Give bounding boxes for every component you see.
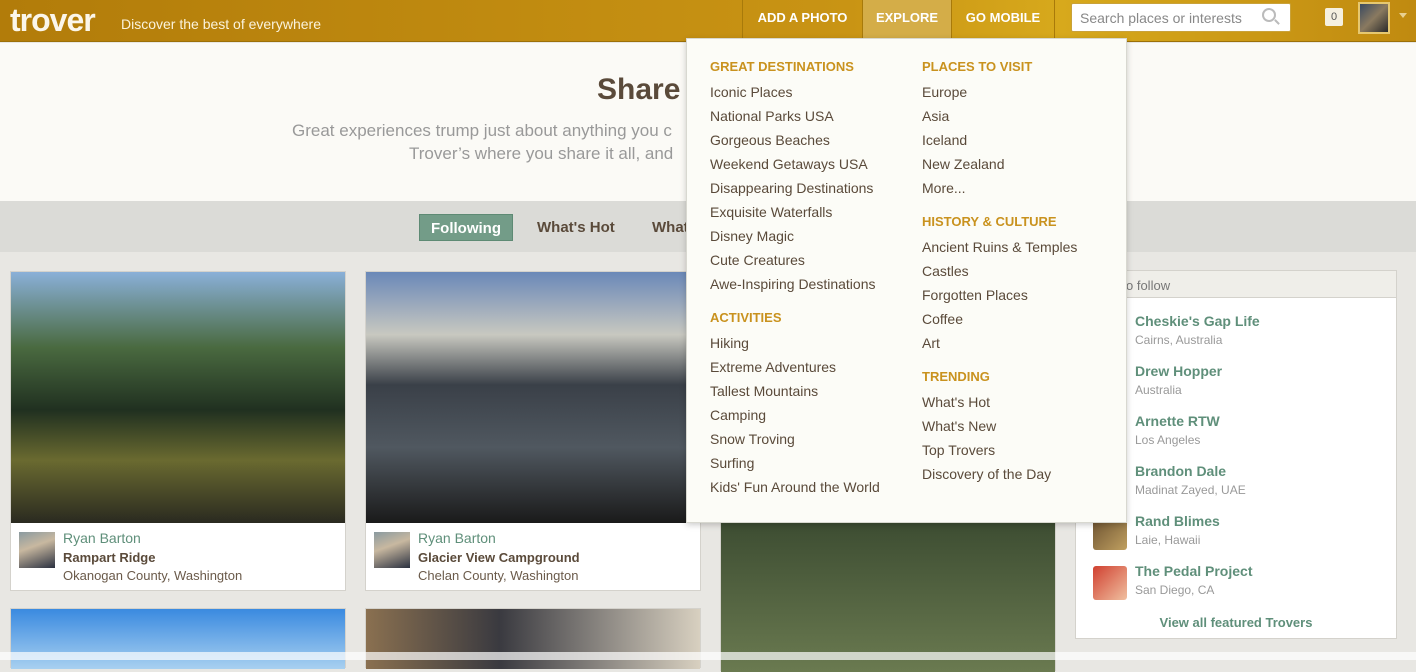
menu-section: ACTIVITIES Hiking Extreme Adventures Talles… [710, 310, 880, 503]
menu-section: TRENDING What's Hot What's New Top Trovers D… [922, 369, 1077, 490]
menu-item[interactable]: Iconic Places [710, 84, 880, 108]
menu-item[interactable]: Camping [710, 407, 880, 431]
explore-dropdown: GREAT DESTINATIONS Iconic Places National … [686, 38, 1127, 523]
trover-name[interactable]: Arnette RTW [1135, 413, 1220, 429]
author-avatar[interactable] [374, 532, 410, 568]
trover-location: San Diego, CA [1135, 583, 1215, 597]
photo-image[interactable] [366, 609, 700, 669]
menu-item[interactable]: Iceland [922, 132, 1077, 156]
menu-item[interactable]: Art [922, 335, 1077, 359]
nav-explore[interactable]: EXPLORE [862, 0, 951, 42]
menu-item[interactable]: Cute Creatures [710, 252, 880, 276]
tab-whats-hot[interactable]: What's Hot [526, 214, 626, 241]
menu-item[interactable]: Snow Troving [710, 431, 880, 455]
trover-location: Los Angeles [1135, 433, 1201, 447]
trover-name[interactable]: Rand Blimes [1135, 513, 1220, 529]
photo-image[interactable] [11, 609, 345, 669]
menu-item[interactable]: What's Hot [922, 394, 1077, 418]
menu-item[interactable]: Surfing [710, 455, 880, 479]
place-title[interactable]: Rampart Ridge [63, 550, 155, 565]
trover-avatar[interactable] [1093, 566, 1127, 600]
card-footer: Ryan Barton Rampart Ridge Okanogan County,… [11, 523, 345, 590]
photo-image[interactable] [366, 272, 700, 523]
menu-item[interactable]: National Parks USA [710, 108, 880, 132]
menu-item[interactable]: Disappearing Destinations [710, 180, 880, 204]
menu-section-heading: HISTORY & CULTURE [922, 214, 1057, 229]
nav-go-mobile[interactable]: GO MOBILE [951, 0, 1055, 42]
hero-subtitle-2: Trover’s where you share it all, and [409, 144, 674, 163]
author-avatar[interactable] [19, 532, 55, 568]
nav-add-a-photo[interactable]: ADD A PHOTO [742, 0, 862, 42]
tagline: Discover the best of everywhere [121, 16, 321, 32]
trover-location: Cairns, Australia [1135, 333, 1223, 347]
menu-item[interactable]: Disney Magic [710, 228, 880, 252]
menu-item[interactable]: Hiking [710, 335, 880, 359]
menu-section-heading: GREAT DESTINATIONS [710, 59, 854, 74]
menu-section: PLACES TO VISIT Europe Asia Iceland New Zeal… [922, 59, 1077, 204]
menu-item[interactable]: Ancient Ruins & Temples [922, 239, 1077, 263]
trover-location: Laie, Hawaii [1135, 533, 1201, 547]
trover-name[interactable]: The Pedal Project [1135, 563, 1252, 579]
menu-section-heading: ACTIVITIES [710, 310, 782, 325]
menu-item[interactable]: Tallest Mountains [710, 383, 880, 407]
photo-image[interactable] [11, 272, 345, 523]
menu-item[interactable]: New Zealand [922, 156, 1077, 180]
place-title[interactable]: Glacier View Campground [418, 550, 580, 565]
menu-item[interactable]: Asia [922, 108, 1077, 132]
menu-section-heading: TRENDING [922, 369, 990, 384]
menu-item[interactable]: Coffee [922, 311, 1077, 335]
menu-item[interactable]: Awe-Inspiring Destinations [710, 276, 880, 300]
place-location: Chelan County, Washington [418, 568, 579, 583]
hero-subtitle: Great experiences trump just about anyth… [292, 121, 672, 140]
author-name[interactable]: Ryan Barton [418, 530, 496, 546]
search-icon[interactable] [1262, 8, 1276, 22]
place-location: Okanogan County, Washington [63, 568, 243, 583]
menu-item[interactable]: Forgotten Places [922, 287, 1077, 311]
photo-card[interactable]: Ryan Barton Rampart Ridge Okanogan County,… [10, 271, 346, 591]
menu-item[interactable]: Discovery of the Day [922, 466, 1077, 490]
photo-card[interactable]: Ryan Barton Glacier View Campground Chelan… [365, 271, 701, 591]
trover-name[interactable]: Brandon Dale [1135, 463, 1226, 479]
top-header: trover Discover the best of everywhere A… [0, 0, 1416, 42]
menu-item[interactable]: What's New [922, 418, 1077, 442]
trover-name[interactable]: Drew Hopper [1135, 363, 1222, 379]
menu-item[interactable]: Gorgeous Beaches [710, 132, 880, 156]
trover-name[interactable]: Cheskie's Gap Life [1135, 313, 1260, 329]
menu-section-heading: PLACES TO VISIT [922, 59, 1033, 74]
hero-title: Share [597, 73, 681, 106]
menu-item[interactable]: Weekend Getaways USA [710, 156, 880, 180]
user-avatar[interactable] [1358, 2, 1390, 34]
trover-location: Australia [1135, 383, 1182, 397]
author-name[interactable]: Ryan Barton [63, 530, 141, 546]
menu-item[interactable]: Top Trovers [922, 442, 1077, 466]
tab-following[interactable]: Following [419, 214, 513, 241]
menu-section: GREAT DESTINATIONS Iconic Places National … [710, 59, 880, 300]
card-footer: Ryan Barton Glacier View Campground Chelan… [366, 523, 700, 590]
menu-item[interactable]: Kids' Fun Around the World [710, 479, 880, 503]
menu-section: HISTORY & CULTURE Ancient Ruins & Temples… [922, 214, 1077, 359]
search-input[interactable]: Search places or interests [1071, 3, 1291, 32]
menu-item[interactable]: Extreme Adventures [710, 359, 880, 383]
chevron-down-icon[interactable] [1399, 13, 1407, 18]
menu-item[interactable]: Exquisite Waterfalls [710, 204, 880, 228]
menu-item[interactable]: Europe [922, 84, 1077, 108]
notification-badge[interactable]: 0 [1325, 8, 1343, 26]
menu-item[interactable]: Castles [922, 263, 1077, 287]
bottom-fade [0, 652, 1416, 660]
trover-location: Madinat Zayed, UAE [1135, 483, 1246, 497]
view-all-trovers-link[interactable]: View all featured Trovers [1076, 615, 1396, 630]
trover-logo[interactable]: trover [10, 2, 96, 39]
menu-item[interactable]: More... [922, 180, 1077, 204]
